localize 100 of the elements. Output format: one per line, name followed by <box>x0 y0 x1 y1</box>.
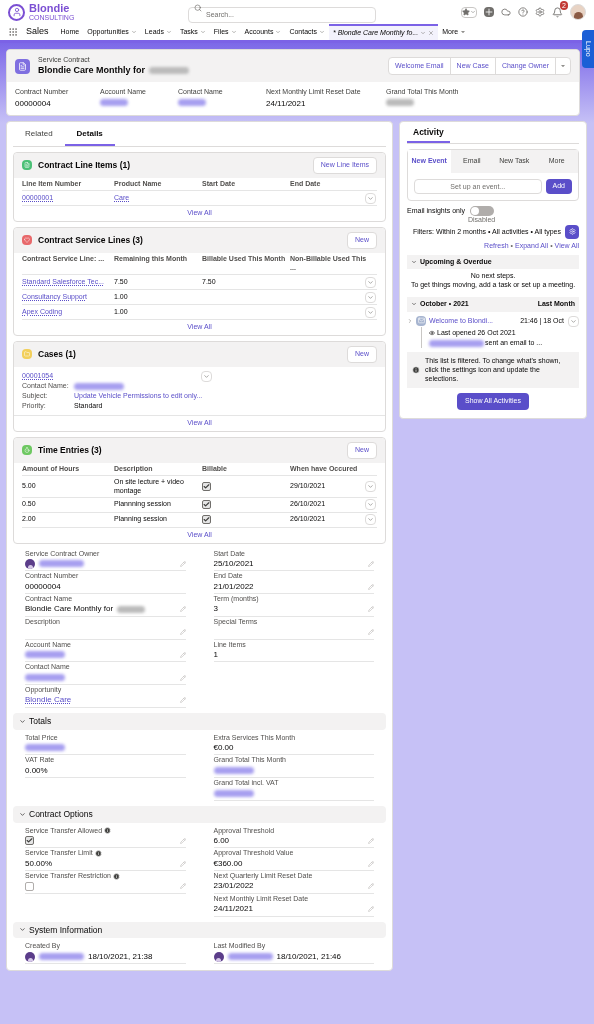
row-menu-button[interactable] <box>365 514 376 526</box>
row-menu-button[interactable] <box>365 499 376 511</box>
caret-icon <box>367 483 374 490</box>
field-value: 0.00% <box>25 765 48 776</box>
chevron-icon[interactable] <box>420 30 427 36</box>
chevron-icon[interactable] <box>199 29 206 35</box>
edit-icon[interactable] <box>368 583 374 590</box>
opened-icon <box>429 330 435 336</box>
info-icon <box>412 366 420 375</box>
list-title: Cases (1) <box>38 349 76 360</box>
record-tab[interactable]: Details <box>64 123 115 146</box>
caret-icon <box>470 9 476 15</box>
section-header[interactable]: System Information <box>13 921 386 939</box>
edit-icon[interactable] <box>179 560 186 567</box>
edit-icon[interactable] <box>179 883 186 890</box>
row-menu-button[interactable] <box>365 291 376 303</box>
record-title: Blondie Care Monthly for <box>38 64 145 76</box>
field-value: 50.00% <box>25 858 53 869</box>
app-launcher-icon[interactable] <box>8 27 18 37</box>
user-avatar <box>213 951 224 962</box>
row-menu-button[interactable] <box>365 192 376 204</box>
add-icon[interactable] <box>484 7 494 17</box>
chevron-icon[interactable] <box>130 29 137 35</box>
highlight-value: 24/11/2021 <box>266 98 307 109</box>
edit-icon[interactable] <box>179 651 186 658</box>
row-menu-button[interactable] <box>365 276 376 288</box>
section-title: Totals <box>29 714 52 728</box>
contract-icon <box>15 58 30 74</box>
edit-icon[interactable] <box>368 860 374 867</box>
settings-icon[interactable] <box>535 7 545 17</box>
blurred-text <box>213 789 254 797</box>
user-avatar <box>25 558 35 569</box>
blurred-text <box>25 674 65 681</box>
record-tab[interactable]: Related <box>13 123 65 146</box>
field-value: 18/10/2021, 21:38 <box>88 951 153 962</box>
field-value: 6.00 <box>213 835 230 846</box>
star-icon <box>462 8 470 16</box>
record-link[interactable]: Blondie Care <box>25 695 72 706</box>
row-menu-button[interactable] <box>568 315 579 327</box>
settings-button[interactable] <box>565 224 579 239</box>
logo-icon <box>8 3 25 21</box>
notifications-icon[interactable] <box>552 6 563 18</box>
blurred-text <box>227 953 273 960</box>
close-icon[interactable] <box>428 30 435 36</box>
caret-icon <box>460 29 467 35</box>
edit-icon[interactable] <box>179 860 186 867</box>
favorites-button[interactable] <box>461 6 477 18</box>
chevron-icon <box>411 301 417 308</box>
highlight-value: 00000004 <box>15 98 52 109</box>
section-header[interactable]: Contract Options <box>13 805 386 823</box>
edit-icon[interactable] <box>368 837 374 844</box>
blurred-text <box>39 560 84 568</box>
edit-icon[interactable] <box>368 606 374 613</box>
row-menu-button[interactable] <box>365 481 376 492</box>
chevron-icon <box>19 810 26 818</box>
edit-icon[interactable] <box>368 883 374 890</box>
list-title: Time Entries (3) <box>38 444 102 456</box>
toggle-switch[interactable] <box>469 206 494 217</box>
chevron-icon[interactable] <box>275 29 282 35</box>
field-value: 00000004 <box>25 581 61 592</box>
field-value: Blondie Care Monthly for <box>25 604 114 615</box>
blurred-text <box>25 744 65 752</box>
row-menu-button[interactable] <box>201 370 212 382</box>
edit-icon[interactable] <box>368 560 374 567</box>
edit-icon[interactable] <box>179 606 186 613</box>
blurred-text <box>213 767 254 774</box>
chevron-icon[interactable] <box>230 29 237 35</box>
caret-icon <box>560 63 566 69</box>
caret-icon <box>367 194 374 202</box>
caret-icon <box>570 317 577 325</box>
chevron-icon[interactable] <box>165 29 172 35</box>
field-value: 23/01/2022 <box>213 881 254 892</box>
logo-text: Blondie <box>29 3 71 14</box>
activity-tab[interactable]: Activity <box>407 126 450 144</box>
expand-icon[interactable] <box>407 317 413 324</box>
chevron-icon <box>19 926 26 934</box>
help-icon[interactable] <box>518 7 528 17</box>
cloud-icon[interactable] <box>501 7 511 17</box>
field-value: 3 <box>213 604 218 615</box>
caret-icon <box>203 372 210 380</box>
field-value: €0.00 <box>213 742 234 753</box>
user-avatar[interactable] <box>570 4 586 20</box>
edit-icon[interactable] <box>179 837 186 844</box>
list-title: Contract Service Lines (3) <box>38 235 143 246</box>
row-menu-button[interactable] <box>365 306 376 318</box>
chevron-icon[interactable] <box>319 29 326 35</box>
edit-icon[interactable] <box>179 674 186 681</box>
edit-icon[interactable] <box>179 697 186 704</box>
field-value: 25/10/2021 <box>213 558 254 569</box>
app-name: Sales <box>26 25 49 39</box>
edit-icon[interactable] <box>368 906 374 912</box>
edit-icon[interactable] <box>368 629 374 635</box>
section-title: System Information <box>29 923 103 937</box>
section-header[interactable]: Totals <box>13 712 386 730</box>
settings-icon <box>568 228 576 236</box>
blurred-text <box>25 651 65 659</box>
edit-icon[interactable] <box>179 629 186 635</box>
blurred-text <box>429 340 484 348</box>
blurred-text <box>39 953 84 960</box>
field-value: 1 <box>213 649 218 660</box>
